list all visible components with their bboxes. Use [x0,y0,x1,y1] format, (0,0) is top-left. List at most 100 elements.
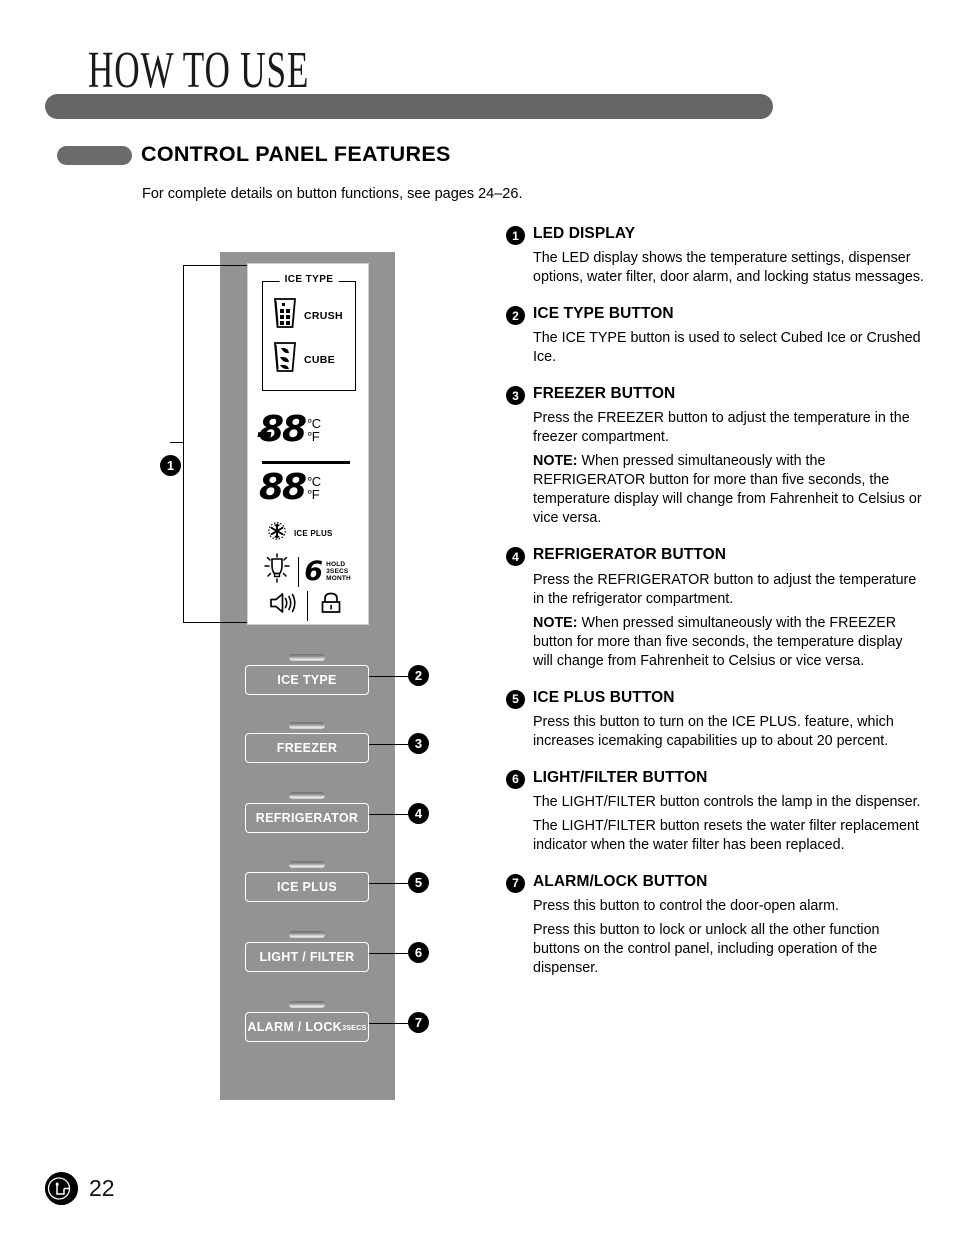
light-filter-button[interactable]: LIGHT / FILTER [245,942,369,972]
header-rule-bar [45,94,773,119]
feature-item-refrigerator-button: 4 REFRIGERATOR BUTTON Press the REFRIGER… [506,545,926,670]
crush-label: CRUSH [304,309,343,322]
lock-icon [317,589,345,622]
note-label: NOTE: [533,614,578,631]
callout-line-5 [369,883,408,885]
freezer-temp-readout: 88 °C °F [259,412,321,448]
alarm-lock-button-label: ALARM / LOCK [247,1020,342,1034]
cubed-ice-glass-icon [272,340,298,379]
callout-badge-3: 3 [408,733,429,754]
light-filter-button-label: LIGHT / FILTER [259,950,355,964]
page-number: 22 [89,1175,115,1201]
feature-title-led-display: LED DISPLAY [533,225,636,242]
ice-plus-button[interactable]: ICE PLUS [245,872,369,902]
alarm-lock-button-sublabel: 3SECS [341,1022,367,1032]
feature-item-alarm-lock-button: 7 ALARM/LOCK BUTTON Press this button to… [506,872,926,978]
ice-plus-button-led [289,861,325,868]
callout-line-3 [369,744,408,746]
ice-plus-indicator: ICE PLUS [266,520,333,547]
feature-item-ice-type-button: 2 ICE TYPE BUTTON The ICE TYPE button is… [506,304,926,367]
feature-paragraph: The LED display shows the temperature se… [533,250,924,286]
section-intro-text: For complete details on button functions… [142,186,523,202]
filter-months-digit: 6 [304,556,324,587]
callout-badge-1: 1 [160,455,181,476]
temp-divider-line [262,461,350,464]
feature-badge-7: 7 [506,873,525,893]
page-title: HOW TO USE [88,41,310,99]
ice-type-group-label: ICE TYPE [279,274,339,285]
feature-paragraph: The LIGHT/FILTER button controls the lam… [533,793,921,810]
ice-type-button-led [289,654,325,661]
speaker-icon [268,589,298,622]
callout-badge-6: 6 [408,942,429,963]
callout-line-7 [369,1023,408,1025]
note-text: When pressed simultaneously with the FRE… [533,614,903,669]
freezer-button-label: FREEZER [276,741,338,755]
ice-plus-label: ICE PLUS [294,529,333,538]
feature-paragraph: Press this button to lock or unlock all … [533,921,880,976]
feature-badge-2: 2 [506,306,525,326]
panel-button-wrap-freezer: FREEZER [245,722,369,763]
freezer-button-led [289,722,325,729]
section-marker-pill [57,146,132,165]
lamp-icon [261,552,293,591]
feature-badge-4: 4 [506,547,525,567]
refrigerator-button-label: REFRIGERATOR [255,811,359,825]
refrigerator-temp-readout: 88 °C °F [259,470,321,506]
freezer-temp-digits: 88 [259,409,307,450]
feature-item-led-display: 1 LED DISPLAY The LED display shows the … [506,224,926,287]
note-text: When pressed simultaneously with the REF… [533,453,922,527]
crushed-ice-glass-icon [272,296,298,335]
section-title: CONTROL PANEL FEATURES [141,142,451,166]
panel-button-wrap-light-filter: LIGHT / FILTER [245,931,369,972]
feature-note-paragraph: NOTE: When pressed simultaneously with t… [533,614,926,671]
refrigerator-temp-digits: 88 [259,467,307,508]
ice-type-group: ICE TYPE CRUSH CUBE [262,274,356,391]
lamp-and-filter-indicators: 6 HOLD 3SECS MONTH [261,552,351,591]
feature-item-freezer-button: 3 FREEZER BUTTON Press the FREEZER butto… [506,384,926,528]
refrigerator-unit-fahrenheit: °F [307,487,320,502]
feature-title-ice-type-button: ICE TYPE BUTTON [533,305,674,323]
ice-plus-button-label: ICE PLUS [276,880,338,894]
lg-logo-icon [45,1172,78,1205]
feature-paragraph: Press the REFRIGERATOR button to adjust … [533,571,917,607]
alarm-lock-divider [307,590,309,621]
lamp-filter-divider [298,556,300,587]
freezer-temp-units: °C °F [307,417,321,443]
feature-descriptions-list: 1 LED DISPLAY The LED display shows the … [506,224,926,995]
freezer-button[interactable]: FREEZER [245,733,369,763]
ice-type-button[interactable]: ICE TYPE [245,665,369,695]
callout-line-4 [369,814,408,816]
feature-badge-6: 6 [506,769,525,789]
feature-badge-1: 1 [506,226,525,245]
water-filter-counter: 6 HOLD 3SECS MONTH [304,558,351,585]
alarm-lock-button[interactable]: ALARM / LOCK 3SECS [245,1012,369,1042]
feature-paragraph: Press this button to turn on the ICE PLU… [533,713,894,749]
cube-label: CUBE [304,353,335,366]
feature-title-freezer-button: FREEZER BUTTON [533,385,676,403]
note-label: NOTE: [533,453,578,470]
led-display: ICE TYPE CRUSH CUBE 88 °C °F 88 °C °F IC… [247,263,369,625]
callout-badge-7: 7 [408,1012,429,1033]
feature-item-ice-plus-button: 5 ICE PLUS BUTTON Press this button to t… [506,688,926,751]
feature-badge-3: 3 [506,386,525,406]
crush-indicator-row: CRUSH [272,296,343,335]
feature-note-paragraph: NOTE: When pressed simultaneously with t… [533,452,926,528]
feature-title-alarm-lock-button: ALARM/LOCK BUTTON [533,872,708,890]
alarm-lock-button-led [289,1001,325,1008]
feature-paragraph: Press the FREEZER button to adjust the t… [533,410,910,446]
feature-paragraph: The ICE TYPE button is used to select Cu… [533,330,921,366]
panel-button-wrap-alarm-lock: ALARM / LOCK 3SECS [245,1001,369,1042]
callout-badge-4: 4 [408,803,429,824]
filter-month-label: MONTH [326,575,351,583]
cube-indicator-row: CUBE [272,340,335,379]
feature-item-light-filter-button: 6 LIGHT/FILTER BUTTON The LIGHT/FILTER b… [506,768,926,855]
refrigerator-temp-units: °C °F [307,475,321,501]
feature-paragraph: The LIGHT/FILTER button resets the water… [533,817,919,853]
feature-title-light-filter-button: LIGHT/FILTER BUTTON [533,768,708,786]
refrigerator-button[interactable]: REFRIGERATOR [245,803,369,833]
filter-hold-label: HOLD [326,560,346,568]
callout-badge-2: 2 [408,665,429,686]
led-display-leader-stub [170,442,184,444]
callout-line-2 [369,676,408,678]
